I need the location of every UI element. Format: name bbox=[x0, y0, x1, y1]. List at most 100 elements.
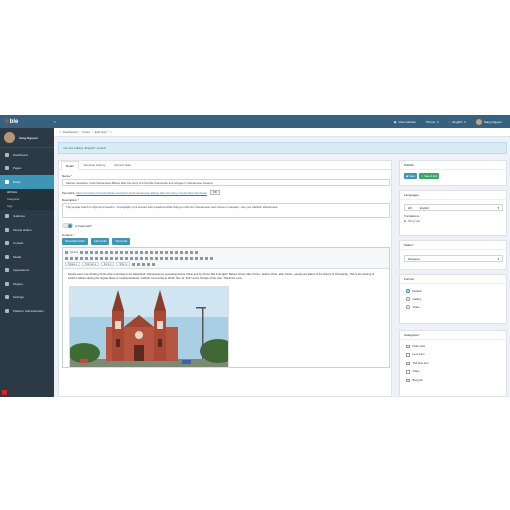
ltr-icon[interactable] bbox=[150, 256, 153, 260]
find-icon[interactable] bbox=[135, 250, 139, 254]
sidebar-item-settings[interactable]: Settings bbox=[0, 291, 54, 305]
theme-menu[interactable]: Theme ▾ bbox=[426, 120, 439, 124]
translation-link[interactable]: ■ Tiếng Việt bbox=[404, 219, 420, 223]
about-icon[interactable] bbox=[151, 262, 155, 266]
description-textarea[interactable]: The people march to Olympic Freedom - a … bbox=[62, 203, 390, 218]
image-icon[interactable] bbox=[175, 256, 178, 260]
brand-logo[interactable]: b ble bbox=[0, 115, 54, 128]
category-item[interactable]: Khám phá bbox=[400, 342, 506, 351]
button-icon[interactable] bbox=[185, 250, 189, 254]
format-select[interactable]: Format ▾ bbox=[82, 261, 99, 267]
superscript-icon[interactable] bbox=[90, 256, 93, 260]
view-website-link[interactable]: ◉ View website bbox=[394, 120, 416, 124]
tab-recent-note[interactable]: Recent Note bbox=[110, 161, 135, 169]
flash-icon[interactable] bbox=[180, 256, 183, 260]
permalink-link[interactable]: https://cms.ble.vn/news/vatican-resoluti… bbox=[76, 191, 207, 195]
category-item[interactable]: Video bbox=[400, 368, 506, 377]
size-select[interactable]: Size ▾ bbox=[116, 261, 130, 267]
special-char-icon[interactable] bbox=[200, 256, 203, 260]
textfield-icon[interactable] bbox=[170, 250, 174, 254]
subscript-icon[interactable] bbox=[85, 256, 88, 260]
print-icon[interactable] bbox=[95, 250, 99, 254]
spellcheck-icon[interactable] bbox=[150, 250, 154, 254]
show-blocks-icon[interactable] bbox=[146, 262, 150, 266]
font-select[interactable]: Font ▾ bbox=[100, 261, 115, 267]
select-all-icon[interactable] bbox=[145, 250, 149, 254]
sidebar-item-contact[interactable]: Contact bbox=[0, 237, 54, 251]
styles-select[interactable]: Styles ▾ bbox=[65, 261, 81, 267]
language-select[interactable]: EN English ▾ bbox=[404, 204, 503, 211]
bg-color-icon[interactable] bbox=[136, 262, 140, 266]
new-page-icon[interactable] bbox=[85, 250, 89, 254]
text-color-icon[interactable] bbox=[131, 262, 135, 266]
sidebar-item-media[interactable]: Media bbox=[0, 250, 54, 264]
editor-body-text[interactable]: People were now thinking Christ when ret… bbox=[68, 273, 378, 281]
sidebar-toggle-icon[interactable]: ≡ bbox=[54, 120, 56, 124]
sidebar-subitem-all-posts[interactable]: All Posts bbox=[0, 188, 54, 196]
sidebar-item-simple-sliders[interactable]: Simple sliders bbox=[0, 223, 54, 237]
replace-icon[interactable] bbox=[140, 250, 144, 254]
sidebar-subitem-tags[interactable]: Tags bbox=[0, 202, 54, 210]
show-hide-editor-button[interactable]: Show/Hide Editor bbox=[62, 238, 89, 245]
underline-icon[interactable] bbox=[75, 256, 78, 260]
category-item[interactable]: Bóng đá bbox=[400, 376, 506, 385]
copy-icon[interactable] bbox=[110, 250, 114, 254]
tab-detail[interactable]: Detail bbox=[61, 161, 79, 170]
strike-icon[interactable] bbox=[80, 256, 83, 260]
bold-icon[interactable] bbox=[65, 256, 68, 260]
category-item[interactable]: Thế thao trực bbox=[400, 359, 506, 368]
tab-revision-history[interactable]: Revision History bbox=[80, 161, 110, 169]
sidebar-subitem-categories[interactable]: Categories bbox=[0, 195, 54, 203]
align-center-icon[interactable] bbox=[135, 256, 138, 260]
sidebar-item-plugins[interactable]: Plugins bbox=[0, 277, 54, 291]
featured-toggle[interactable]: Is Featured? bbox=[62, 223, 92, 228]
iframe-icon[interactable] bbox=[210, 256, 213, 260]
name-input[interactable]: Vatican resolution: local Vietnamese Bis… bbox=[62, 179, 390, 186]
shortcode-button[interactable]: Shortcode bbox=[112, 238, 131, 245]
clear-format-icon[interactable] bbox=[95, 256, 98, 260]
source-label[interactable]: Source bbox=[70, 251, 78, 254]
permalink-ok-button[interactable]: OK bbox=[209, 190, 220, 195]
breadcrumb-posts[interactable]: Posts bbox=[82, 130, 90, 134]
save-exit-button[interactable]: ✓ Save & Exit bbox=[419, 173, 440, 179]
sidebar-item-appearance[interactable]: Appearance bbox=[0, 264, 54, 278]
format-option-video[interactable]: Video bbox=[400, 303, 506, 311]
sidebar-item-platform-administration[interactable]: Platform Administration bbox=[0, 304, 54, 318]
user-menu[interactable]: Sang Nguyen bbox=[475, 118, 502, 125]
source-icon[interactable] bbox=[65, 250, 68, 254]
justify-icon[interactable] bbox=[145, 256, 148, 260]
italic-icon[interactable] bbox=[70, 256, 73, 260]
smiley-icon[interactable] bbox=[195, 256, 198, 260]
radio-icon[interactable] bbox=[165, 250, 169, 254]
blockquote-icon[interactable] bbox=[120, 256, 123, 260]
sidebar-item-posts[interactable]: Posts bbox=[0, 175, 54, 189]
outdent-icon[interactable] bbox=[110, 256, 113, 260]
language-menu[interactable]: ■ English ▾ bbox=[449, 120, 466, 124]
breadcrumb-dashboard[interactable]: Dashboard bbox=[63, 130, 78, 134]
form-icon[interactable] bbox=[155, 250, 159, 254]
table-icon[interactable] bbox=[185, 256, 188, 260]
indent-icon[interactable] bbox=[115, 256, 118, 260]
page-break-icon[interactable] bbox=[205, 256, 208, 260]
rtl-icon[interactable] bbox=[155, 256, 158, 260]
add-media-button[interactable]: Add media bbox=[91, 238, 110, 245]
paste-icon[interactable] bbox=[115, 250, 119, 254]
hidden-field-icon[interactable] bbox=[195, 250, 199, 254]
preview-icon[interactable] bbox=[90, 250, 94, 254]
format-option-gallery[interactable]: Gallery bbox=[400, 295, 506, 303]
rich-text-editor[interactable]: Source Styles ▾ Format ▾ Font ▾ Size ▾ P… bbox=[62, 247, 390, 368]
taskbar-app-icon[interactable] bbox=[2, 390, 7, 395]
paste-text-icon[interactable] bbox=[120, 250, 124, 254]
category-item[interactable]: Lạ & Cool bbox=[400, 351, 506, 360]
numbered-list-icon[interactable] bbox=[100, 256, 103, 260]
div-icon[interactable] bbox=[125, 256, 128, 260]
undo-icon[interactable] bbox=[125, 250, 129, 254]
format-option-default[interactable]: Default bbox=[400, 287, 506, 295]
textarea-icon[interactable] bbox=[175, 250, 179, 254]
align-left-icon[interactable] bbox=[130, 256, 133, 260]
save-button[interactable]: ▣ Save bbox=[404, 173, 418, 179]
select-icon[interactable] bbox=[180, 250, 184, 254]
sidebar-item-dashboard[interactable]: Dashboard bbox=[0, 148, 54, 162]
unlink-icon[interactable] bbox=[165, 256, 168, 260]
templates-icon[interactable] bbox=[100, 250, 104, 254]
